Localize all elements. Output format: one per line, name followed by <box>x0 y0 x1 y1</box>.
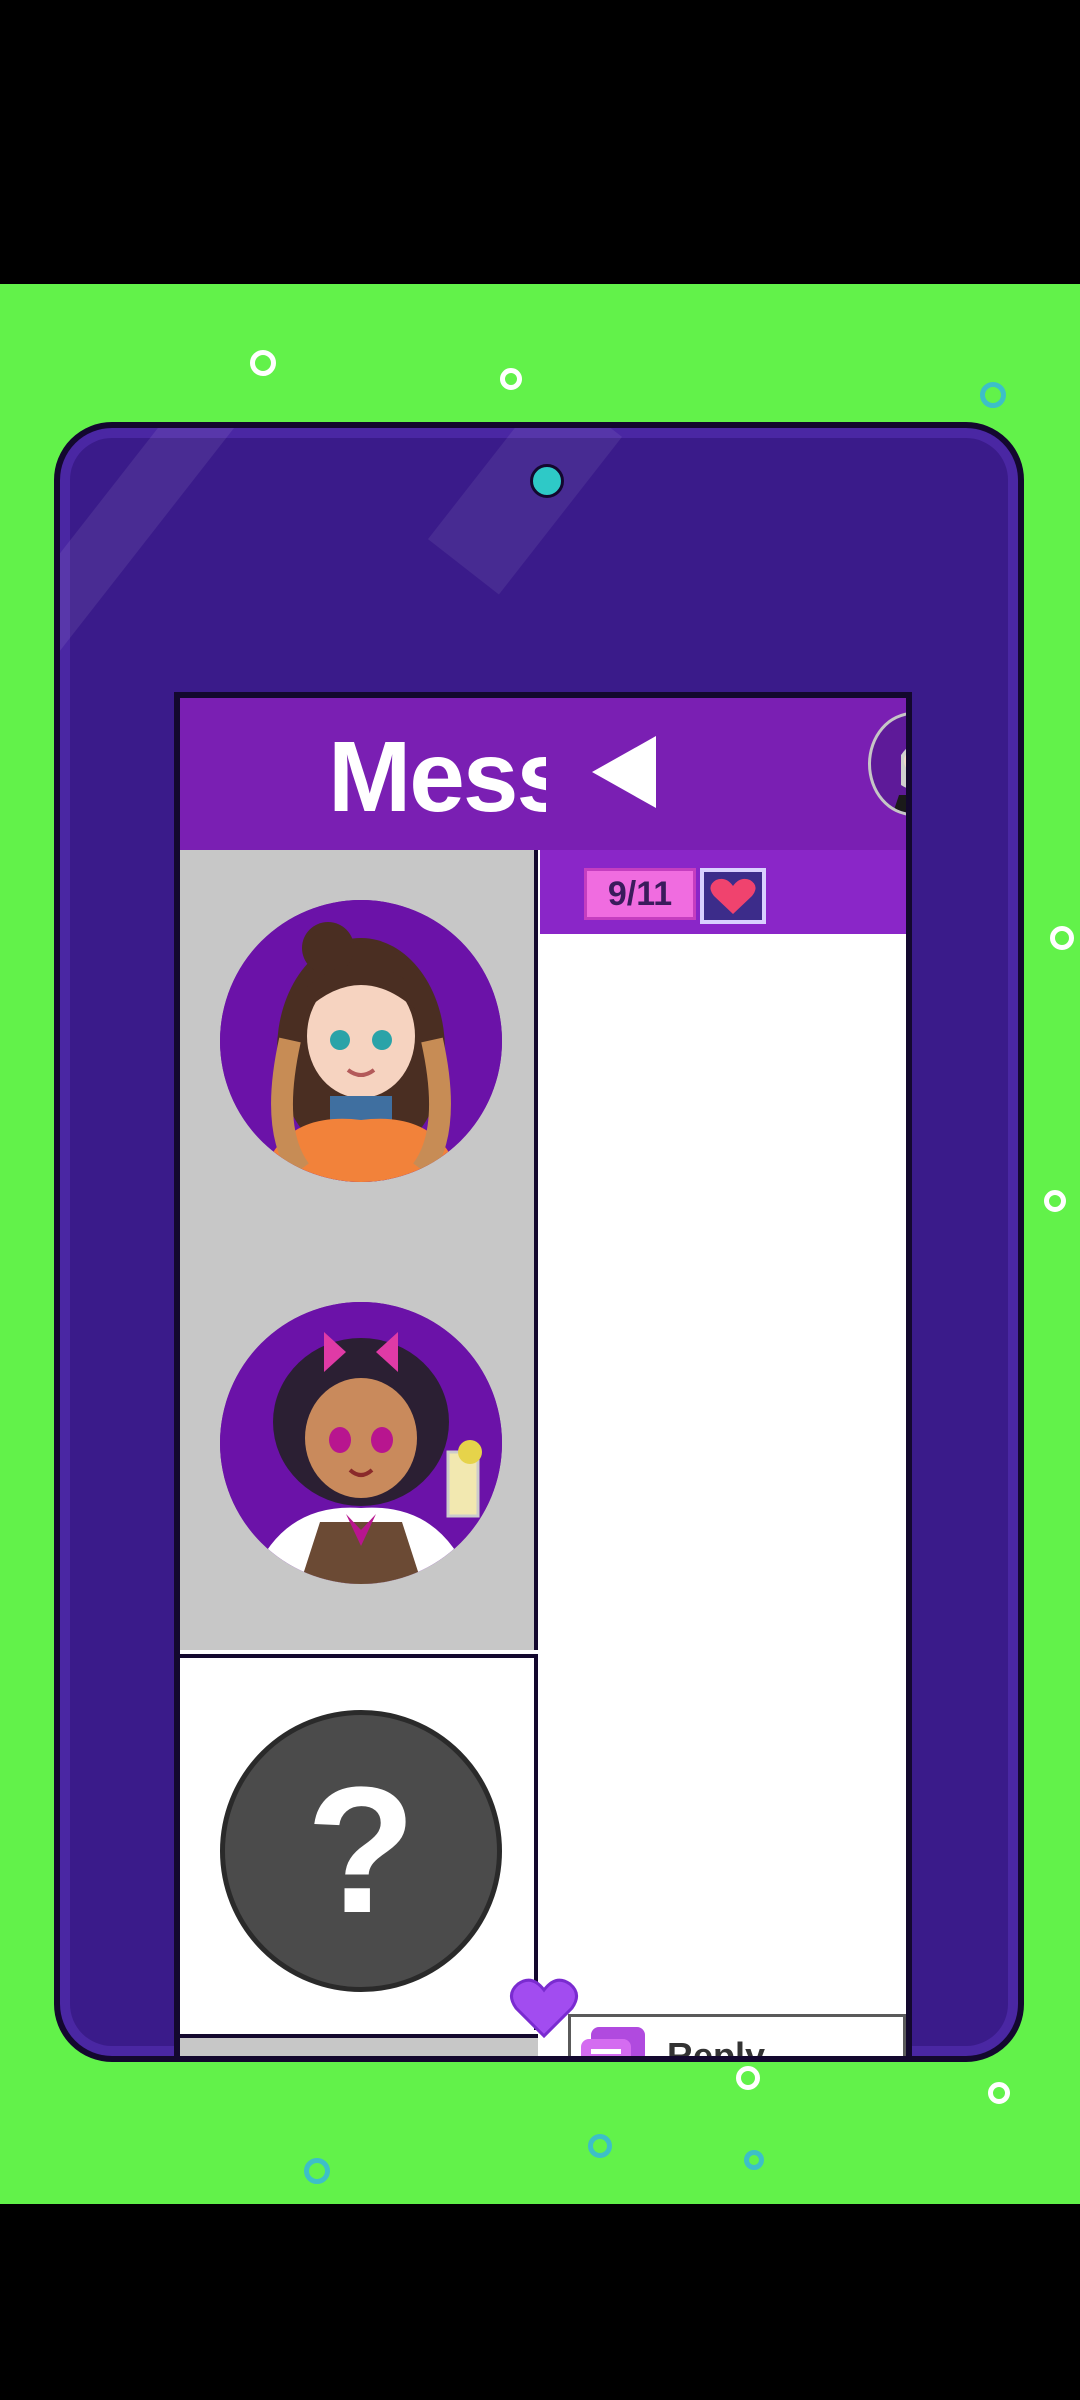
contact-avatar-bartender[interactable] <box>220 1302 502 1584</box>
heart-button[interactable] <box>700 868 766 924</box>
reply-input[interactable]: Reply... <box>568 2014 906 2062</box>
bubble-decoration <box>980 382 1006 408</box>
page-title: Mess <box>328 721 546 833</box>
camera-dot <box>530 464 564 498</box>
back-arrow-icon[interactable] <box>592 736 656 808</box>
bubble-decoration <box>588 2134 612 2158</box>
heart-icon <box>710 878 756 914</box>
bubble-decoration <box>250 350 276 376</box>
tablet-frame: Mess ? 9/11 Reply... <box>54 422 1024 2062</box>
bubble-decoration <box>736 2066 760 2090</box>
home-heart-icon[interactable] <box>506 1968 582 2044</box>
bubble-decoration <box>304 2158 330 2184</box>
affection-counter: 9/11 <box>584 868 696 920</box>
messages-screen: Mess ? 9/11 Reply... <box>174 692 912 2062</box>
contact-list-footer <box>180 2034 538 2056</box>
contact-avatar-brunette[interactable] <box>220 900 502 1182</box>
glare <box>427 428 623 595</box>
screen-header: Mess <box>180 698 906 850</box>
bubble-decoration <box>1044 1190 1066 1212</box>
bubble-decoration <box>744 2150 764 2170</box>
reply-placeholder: Reply... <box>667 2035 793 2062</box>
chat-area <box>540 934 906 2054</box>
bubble-decoration <box>500 368 522 390</box>
glare <box>60 428 239 691</box>
bottom-letterbox <box>0 2204 1080 2400</box>
message-bubble-icon <box>581 2027 645 2056</box>
bubble-decoration <box>1050 926 1074 950</box>
game-stage: Mess ? 9/11 Reply... <box>0 284 1080 2204</box>
top-letterbox <box>0 0 1080 284</box>
unknown-contact-icon[interactable]: ? <box>220 1710 502 1992</box>
profile-avatar[interactable] <box>868 712 906 816</box>
bubble-decoration <box>988 2082 1010 2104</box>
